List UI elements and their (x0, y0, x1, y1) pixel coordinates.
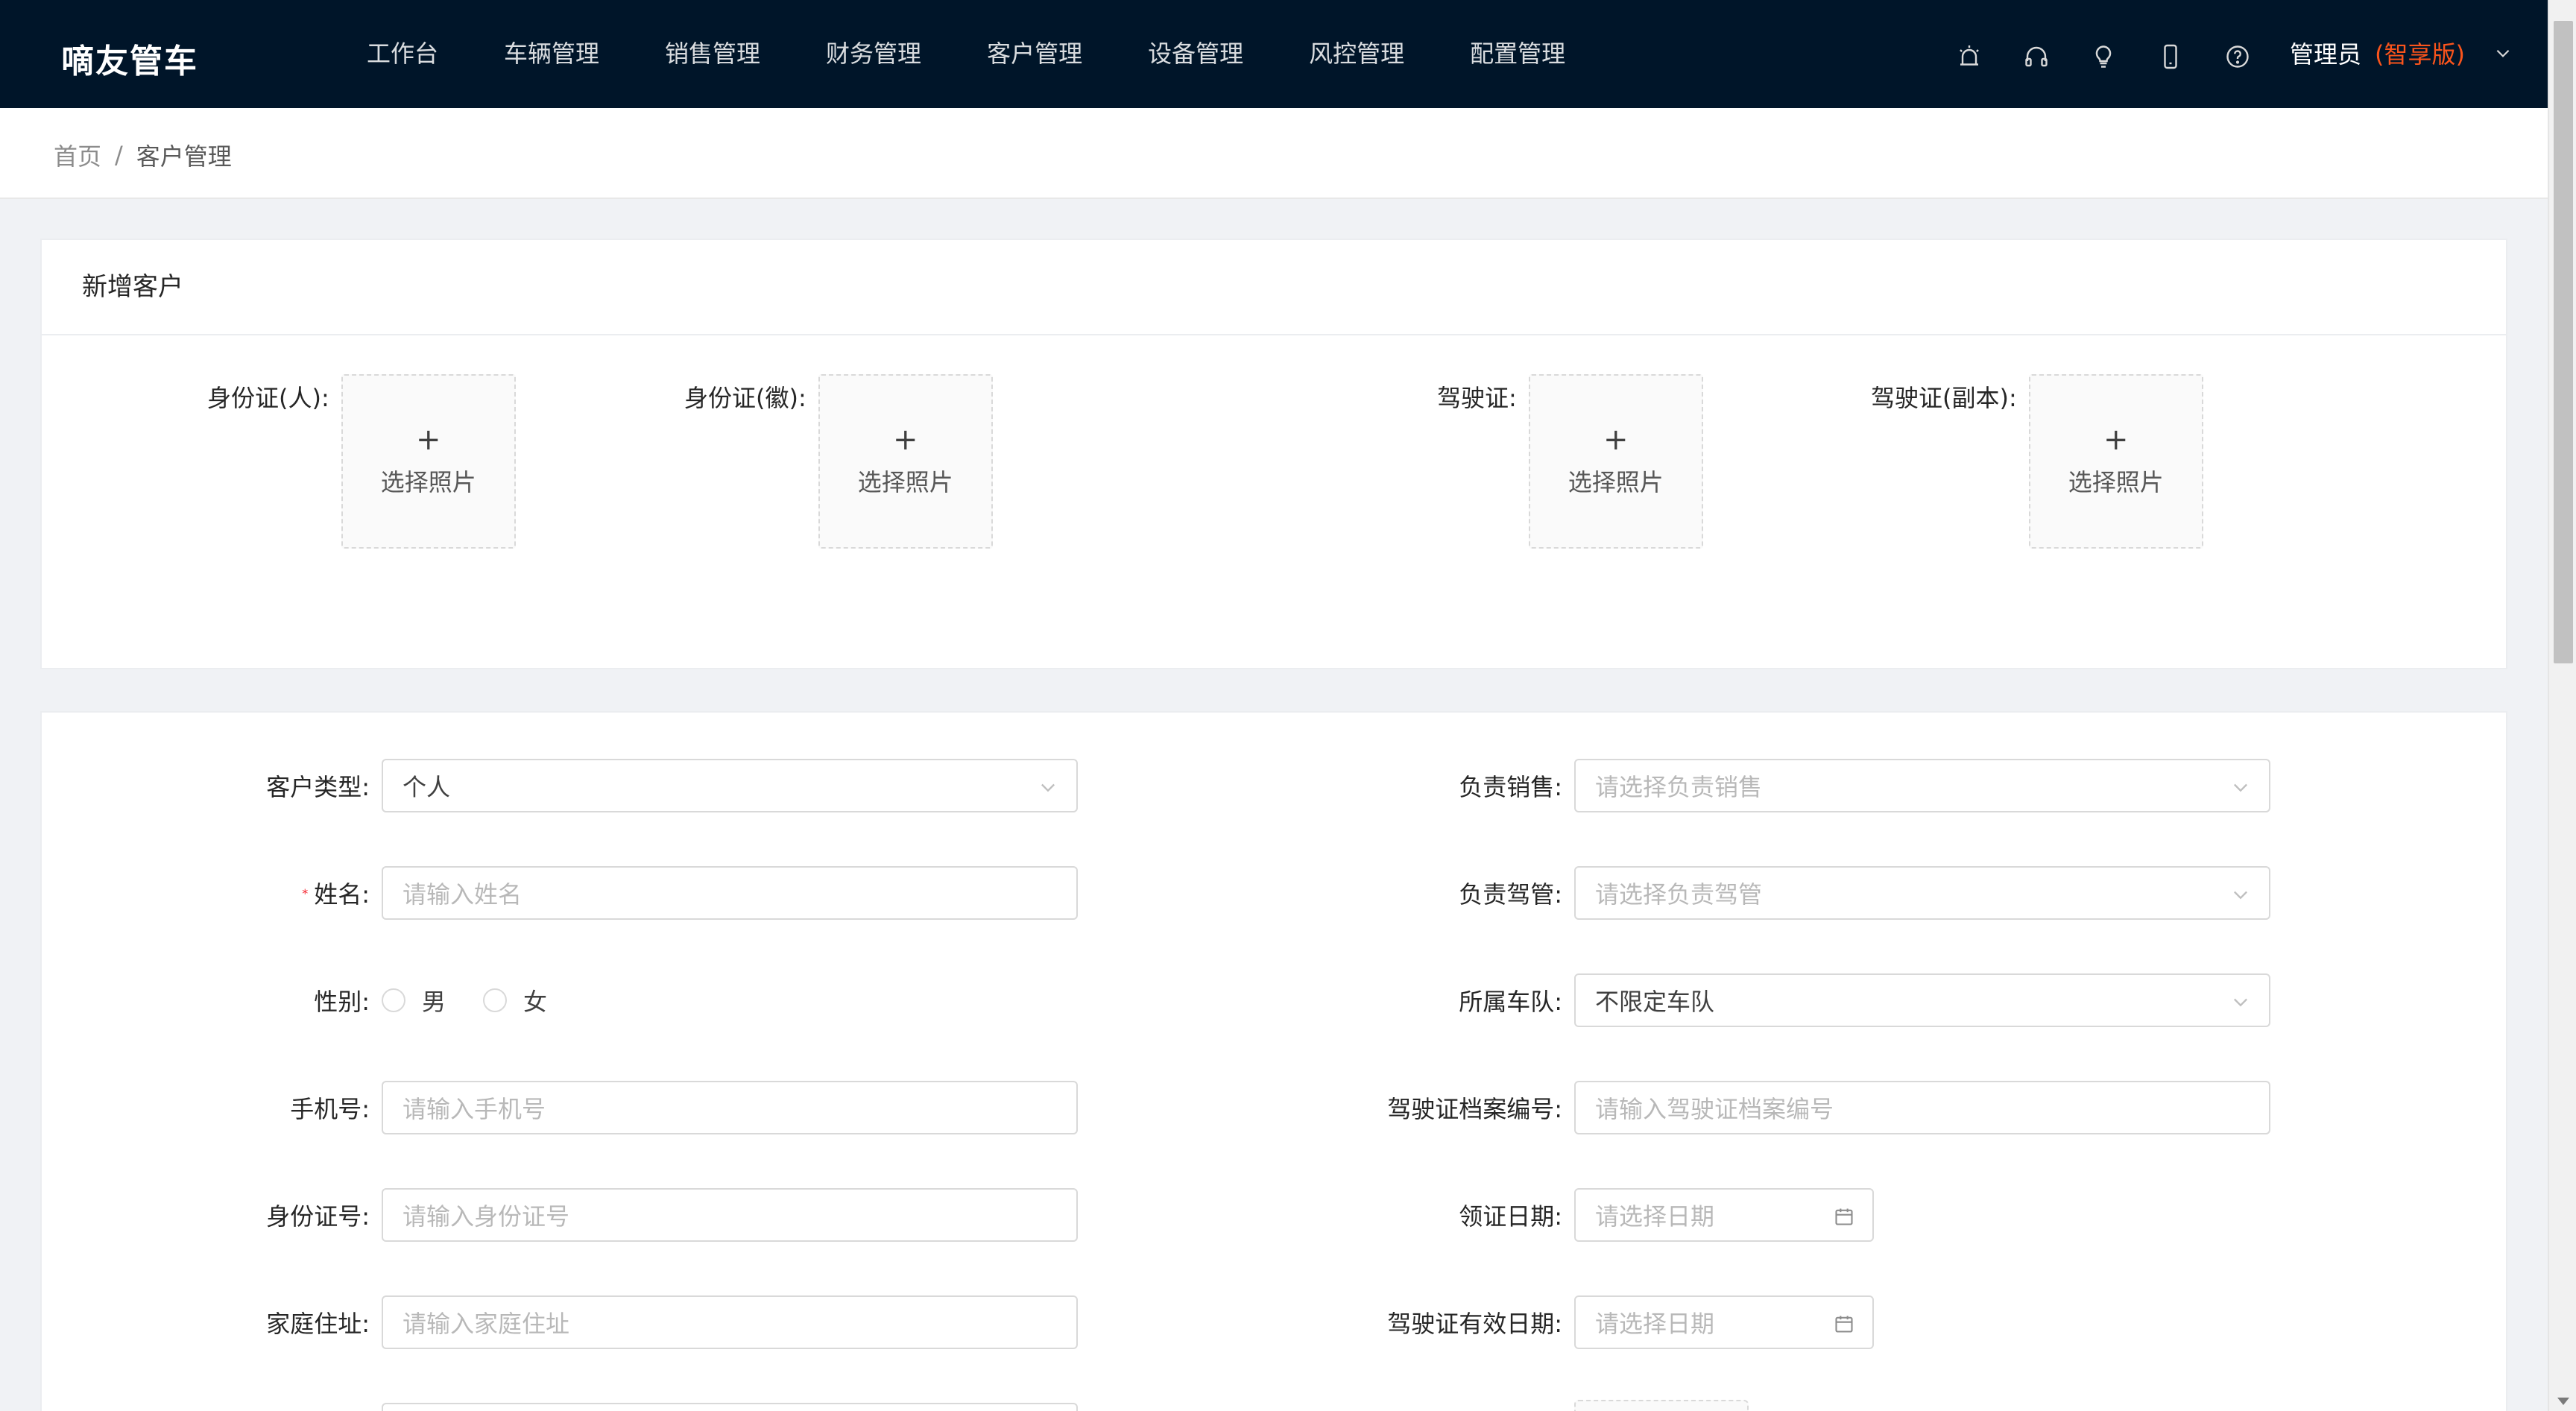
driver-manager-placeholder: 请选择负责驾管 (1595, 880, 1763, 909)
upload-license: 驾驶证: + 选择照片 (1437, 374, 1703, 549)
form-row-sales: 负责销售: (42, 759, 1562, 812)
card-title: 新增客户 (42, 240, 2506, 335)
chevron-down-icon (2234, 891, 2247, 900)
upload-button[interactable]: + 选择照片 (1528, 374, 1703, 549)
upload-card: 新增客户 身份证(人): + 选择照片 身份证(徽): + 选择照片 驾驶证: … (40, 239, 2507, 669)
form-row-fleet: 所属车队: (42, 973, 1562, 1027)
nav-icons (1950, 37, 2257, 76)
chevron-down-icon (2234, 783, 2247, 792)
upload-id-front: 身份证(人): + 选择照片 (207, 374, 516, 549)
upload-label: 身份证(徽): (684, 384, 806, 412)
customer-form-card: 客户类型: 个人 * 姓名: 请输入姓名 性别: 男 女 手机号: 请输入手机号… (40, 711, 2507, 1411)
license-issue-date-placeholder: 请选择日期 (1595, 1202, 1715, 1231)
fleet-value: 不限定车队 (1595, 988, 1715, 1016)
license-issue-date-label: 领证日期: (1459, 1202, 1562, 1231)
top-nav: 嘀友管车 工作台 车辆管理 销售管理 财务管理 客户管理 设备管理 风控管理 配… (0, 0, 2548, 108)
fleet-select[interactable]: 不限定车队 (1574, 973, 2270, 1027)
user-name: 管理员 (2290, 40, 2362, 69)
viewport: 嘀友管车 工作台 车辆管理 销售管理 财务管理 客户管理 设备管理 风控管理 配… (0, 0, 2548, 1411)
upload-license-copy: 驾驶证(副本): + 选择照片 (1871, 374, 2203, 549)
scrollbar-thumb[interactable] (2554, 21, 2573, 663)
calendar-icon (1835, 1208, 1853, 1225)
nav-item-devices[interactable]: 设备管理 (1131, 0, 1260, 108)
upload-label: 身份证(人): (207, 384, 329, 412)
user-menu[interactable]: 管理员 (智享版) (2290, 36, 2513, 70)
nav-item-config[interactable]: 配置管理 (1453, 0, 1582, 108)
alarm-icon[interactable] (1950, 37, 1989, 76)
breadcrumb-separator: / (115, 141, 123, 169)
breadcrumb-home[interactable]: 首页 (54, 138, 101, 172)
mobile-icon[interactable] (2151, 37, 2190, 76)
fleet-label: 所属车队: (1459, 988, 1562, 1016)
next-upload-box[interactable] (1574, 1400, 1749, 1411)
upload-text: 选择照片 (857, 468, 953, 496)
nav-item-vehicles[interactable]: 车辆管理 (487, 0, 616, 108)
form-row-license-valid-date: 驾驶证有效日期: (42, 1295, 1562, 1349)
sales-select[interactable]: 请选择负责销售 (1574, 759, 2270, 812)
form-row-license-archive: 驾驶证档案编号: (42, 1081, 1562, 1134)
plus-icon: + (416, 423, 441, 457)
upload-button[interactable]: + 选择照片 (2028, 374, 2203, 549)
next-field-input[interactable] (382, 1403, 1078, 1411)
sales-label: 负责销售: (1459, 773, 1562, 801)
driver-manager-label: 负责驾管: (1459, 880, 1562, 909)
user-edition: (智享版) (2375, 40, 2465, 69)
license-valid-date-label: 驾驶证有效日期: (1387, 1310, 1562, 1338)
license-valid-date-picker[interactable]: 请选择日期 (1574, 1295, 1874, 1349)
upload-button[interactable]: + 选择照片 (341, 374, 516, 549)
nav-item-workbench[interactable]: 工作台 (367, 0, 455, 108)
upload-id-back: 身份证(徽): + 选择照片 (684, 374, 993, 549)
upload-text: 选择照片 (2068, 468, 2164, 496)
calendar-icon (1835, 1316, 1853, 1333)
upload-label: 驾驶证: (1437, 384, 1517, 412)
sales-placeholder: 请选择负责销售 (1595, 773, 1763, 801)
main-menu: 工作台 车辆管理 销售管理 财务管理 客户管理 设备管理 风控管理 配置管理 (367, 0, 1614, 108)
driver-manager-select[interactable]: 请选择负责驾管 (1574, 866, 2270, 920)
plus-icon: + (2103, 423, 2129, 457)
breadcrumb: 首页 / 客户管理 (54, 138, 232, 172)
chevron-down-icon (2496, 49, 2510, 57)
nav-item-risk[interactable]: 风控管理 (1292, 0, 1421, 108)
upload-text: 选择照片 (1568, 468, 1664, 496)
upload-label: 驾驶证(副本): (1871, 384, 2017, 412)
plus-icon: + (1603, 423, 1629, 457)
headset-icon[interactable] (2017, 37, 2056, 76)
form-row-driver-manager: 负责驾管: (42, 866, 1562, 920)
nav-item-customers[interactable]: 客户管理 (970, 0, 1099, 108)
license-archive-placeholder: 请输入驾驶证档案编号 (1595, 1095, 1834, 1123)
breadcrumb-current: 客户管理 (136, 142, 232, 171)
bulb-icon[interactable] (2084, 37, 2123, 76)
upload-text: 选择照片 (380, 468, 476, 496)
form-row-license-issue-date: 领证日期: (42, 1188, 1562, 1242)
nav-item-finance[interactable]: 财务管理 (809, 0, 938, 108)
breadcrumb-bar: 首页 / 客户管理 (0, 108, 2548, 199)
app-logo[interactable]: 嘀友管车 (61, 34, 198, 82)
scroll-down-arrow[interactable] (2557, 1398, 2569, 1405)
license-archive-input[interactable]: 请输入驾驶证档案编号 (1574, 1081, 2270, 1134)
chevron-down-icon (2234, 998, 2247, 1007)
upload-button[interactable]: + 选择照片 (818, 374, 993, 549)
license-issue-date-picker[interactable]: 请选择日期 (1574, 1188, 1874, 1242)
help-icon[interactable] (2218, 37, 2257, 76)
nav-item-sales[interactable]: 销售管理 (648, 0, 777, 108)
license-valid-date-placeholder: 请选择日期 (1595, 1310, 1715, 1338)
scrollbar-track[interactable] (2548, 0, 2576, 1411)
license-archive-label: 驾驶证档案编号: (1387, 1095, 1562, 1123)
plus-icon: + (893, 423, 918, 457)
